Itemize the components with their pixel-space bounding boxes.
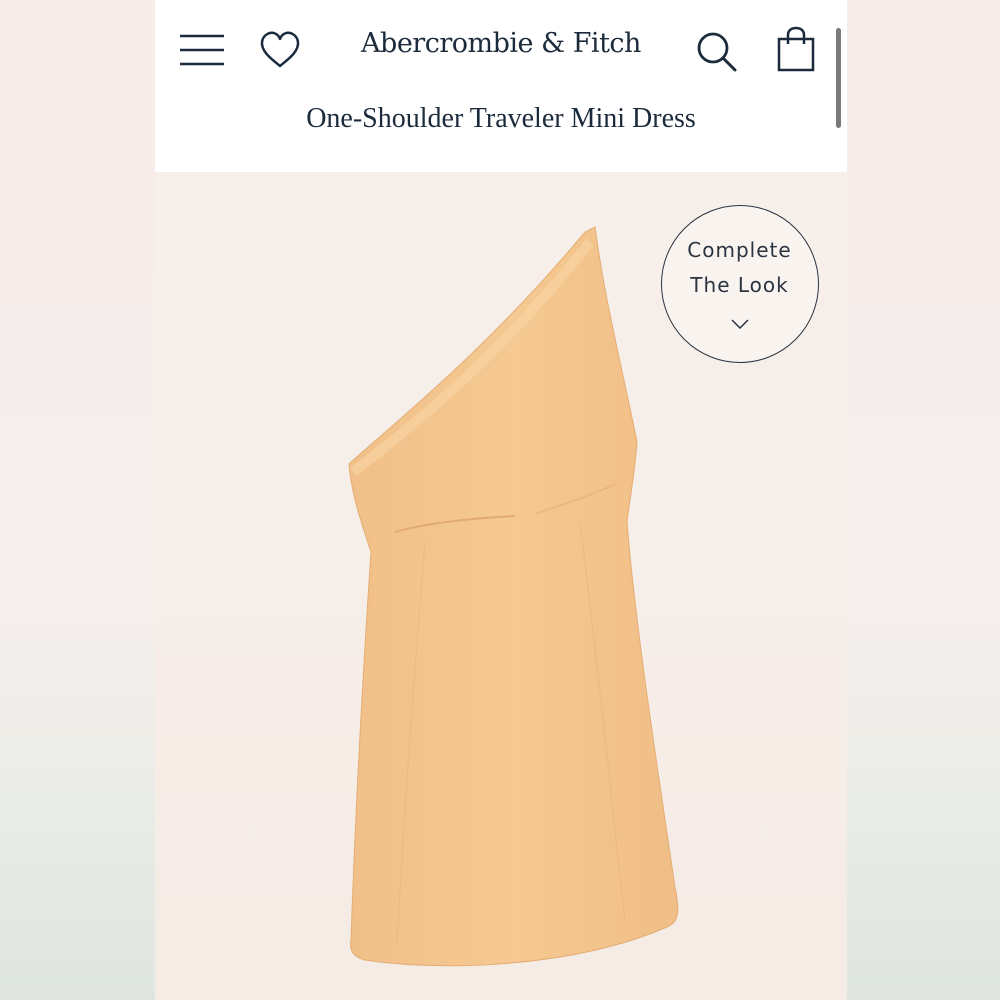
bag-icon[interactable] xyxy=(777,26,815,72)
app-frame: Abercrombie & Fitch One-Shoulder Travele… xyxy=(155,0,847,1000)
product-title: One-Shoulder Traveler Mini Dress xyxy=(306,103,696,134)
heart-icon[interactable] xyxy=(259,30,301,70)
brand-logo[interactable]: Abercrombie & Fitch xyxy=(325,28,677,59)
complete-look-label-line1: Complete xyxy=(687,238,792,262)
complete-look-label-line2: The Look xyxy=(690,273,789,297)
search-icon[interactable] xyxy=(695,30,739,74)
scrollbar[interactable] xyxy=(836,28,841,128)
menu-icon[interactable] xyxy=(180,33,224,67)
product-image-dress[interactable] xyxy=(335,222,685,1000)
complete-the-look-button[interactable]: Complete The Look xyxy=(661,205,819,363)
product-image-area: Complete The Look xyxy=(155,172,847,1000)
chevron-down-icon xyxy=(731,319,749,329)
site-header: Abercrombie & Fitch One-Shoulder Travele… xyxy=(155,0,847,172)
